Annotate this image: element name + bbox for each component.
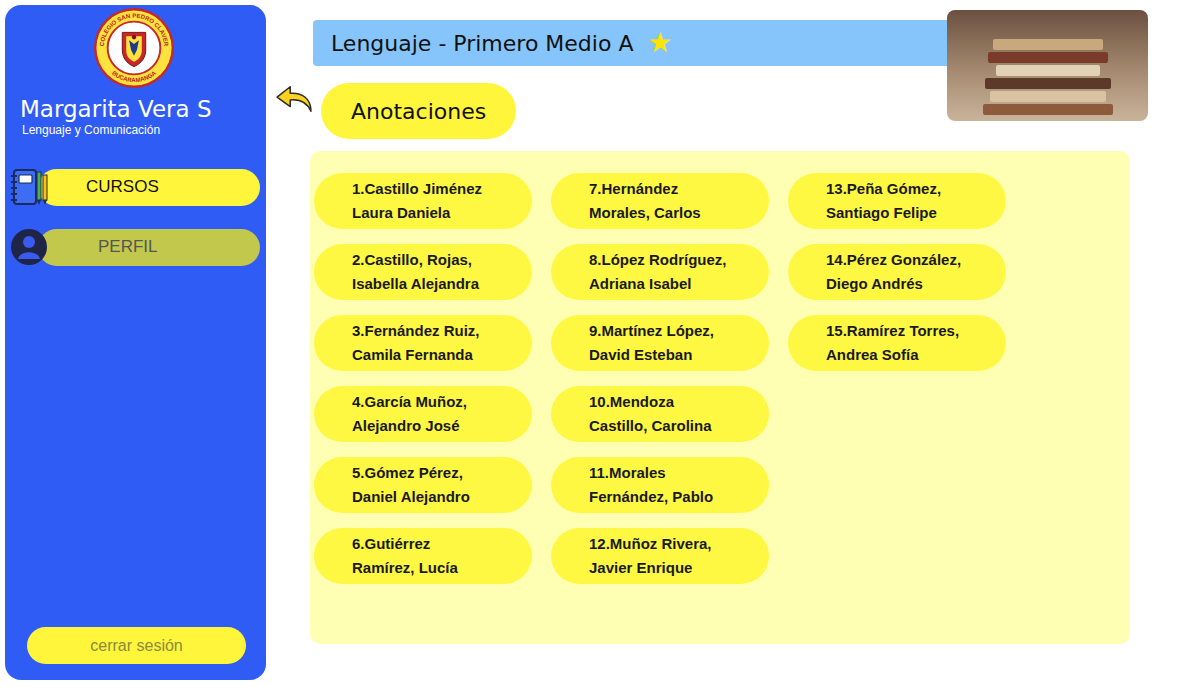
student-name-line: 7.Hernández: [589, 177, 761, 201]
book: [988, 52, 1108, 63]
student-card[interactable]: 12.Muñoz Rivera,Javier Enrique: [551, 528, 769, 584]
book: [996, 65, 1100, 76]
student-name-line: David Esteban: [589, 343, 761, 367]
student-name-line: 15.Ramírez Torres,: [826, 319, 998, 343]
student-card[interactable]: 2.Castillo, Rojas,Isabella Alejandra: [314, 244, 532, 300]
sidebar: COLEGIO SAN PEDRO CLAVERBUCARAMANGA Marga…: [5, 5, 266, 680]
teacher-name: Margarita Vera S: [20, 95, 260, 123]
student-card[interactable]: 9.Martínez López,David Esteban: [551, 315, 769, 371]
nav-label: PERFIL: [38, 229, 260, 266]
student-name-line: 6.Gutiérrez: [352, 532, 524, 556]
book: [985, 78, 1111, 89]
book: [983, 104, 1113, 115]
student-name-line: Isabella Alejandra: [352, 272, 524, 296]
student-name-line: 5.Gómez Pérez,: [352, 461, 524, 485]
students-grid: 1.Castillo JiménezLaura Daniela 2.Castill…: [314, 173, 1126, 584]
student-name-line: 4.García Muñoz,: [352, 390, 524, 414]
back-arrow-icon[interactable]: [273, 83, 315, 115]
nav-label: CURSOS: [38, 169, 260, 206]
student-name-line: Daniel Alejandro: [352, 485, 524, 509]
student-name-line: Andrea Sofía: [826, 343, 998, 367]
student-card[interactable]: 5.Gómez Pérez,Daniel Alejandro: [314, 457, 532, 513]
student-name-line: Castillo, Carolina: [589, 414, 761, 438]
student-name-line: Morales, Carlos: [589, 201, 761, 225]
books-photo: [947, 10, 1148, 121]
student-card[interactable]: 11.MoralesFernández, Pablo: [551, 457, 769, 513]
sidebar-nav: CURSOS PERFIL: [8, 166, 260, 268]
student-name-line: Ramírez, Lucía: [352, 556, 524, 580]
student-name-line: 2.Castillo, Rojas,: [352, 248, 524, 272]
user-icon: [8, 226, 50, 268]
student-name-line: 12.Muñoz Rivera,: [589, 532, 761, 556]
top-area: Lenguaje - Primero Medio A ★ Anotaciones: [273, 10, 1148, 139]
student-card[interactable]: 3.Fernández Ruiz,Camila Fernanda: [314, 315, 532, 371]
student-name-line: Santiago Felipe: [826, 201, 998, 225]
student-name-line: Adriana Isabel: [589, 272, 761, 296]
main-content: Lenguaje - Primero Medio A ★ Anotaciones 1.…: [266, 5, 1180, 680]
student-name-line: 13.Peña Gómez,: [826, 177, 998, 201]
logout-button[interactable]: cerrar sesión: [27, 627, 246, 664]
student-name-line: Fernández, Pablo: [589, 485, 761, 509]
course-title: Lenguaje - Primero Medio A: [331, 31, 633, 56]
student-card[interactable]: 7.HernándezMorales, Carlos: [551, 173, 769, 229]
student-name-line: 9.Martínez López,: [589, 319, 761, 343]
student-name-line: 8.López Rodríguez,: [589, 248, 761, 272]
nav-item[interactable]: CURSOS: [8, 166, 260, 208]
course-header: Lenguaje - Primero Medio A ★: [313, 20, 947, 66]
book: [990, 91, 1106, 102]
students-panel: 1.Castillo JiménezLaura Daniela 2.Castill…: [310, 151, 1130, 644]
student-card[interactable]: 4.García Muñoz,Alejandro José: [314, 386, 532, 442]
student-card[interactable]: 13.Peña Gómez,Santiago Felipe: [788, 173, 1006, 229]
teacher-subject: Lenguaje y Comunicación: [22, 123, 260, 138]
student-name-line: 10.Mendoza: [589, 390, 761, 414]
student-name-line: Diego Andrés: [826, 272, 998, 296]
school-logo-icon: COLEGIO SAN PEDRO CLAVERBUCARAMANGA: [93, 7, 175, 89]
student-card[interactable]: 6.GutiérrezRamírez, Lucía: [314, 528, 532, 584]
favorite-star-icon[interactable]: ★: [647, 29, 672, 57]
student-name-line: 14.Pérez González,: [826, 248, 998, 272]
book: [993, 39, 1103, 50]
section-title: Anotaciones: [321, 83, 516, 139]
app-window: COLEGIO SAN PEDRO CLAVERBUCARAMANGA Marga…: [0, 0, 1190, 690]
student-card[interactable]: 10.MendozaCastillo, Carolina: [551, 386, 769, 442]
logo-bottom-text: BUCARAMANGA: [111, 69, 158, 83]
student-name-line: Camila Fernanda: [352, 343, 524, 367]
student-name-line: Laura Daniela: [352, 201, 524, 225]
top-left: Lenguaje - Primero Medio A ★ Anotaciones: [273, 10, 947, 139]
student-name-line: Javier Enrique: [589, 556, 761, 580]
student-card[interactable]: 15.Ramírez Torres,Andrea Sofía: [788, 315, 1006, 371]
student-name-line: 11.Morales: [589, 461, 761, 485]
student-name-line: 1.Castillo Jiménez: [352, 177, 524, 201]
student-card[interactable]: 8.López Rodríguez,Adriana Isabel: [551, 244, 769, 300]
student-name-line: 3.Fernández Ruiz,: [352, 319, 524, 343]
section-row: Anotaciones: [273, 83, 947, 139]
student-card[interactable]: 14.Pérez González,Diego Andrés: [788, 244, 1006, 300]
student-card[interactable]: 1.Castillo JiménezLaura Daniela: [314, 173, 532, 229]
notebook-icon: [8, 166, 50, 208]
nav-item[interactable]: PERFIL: [8, 226, 260, 268]
student-name-line: Alejandro José: [352, 414, 524, 438]
